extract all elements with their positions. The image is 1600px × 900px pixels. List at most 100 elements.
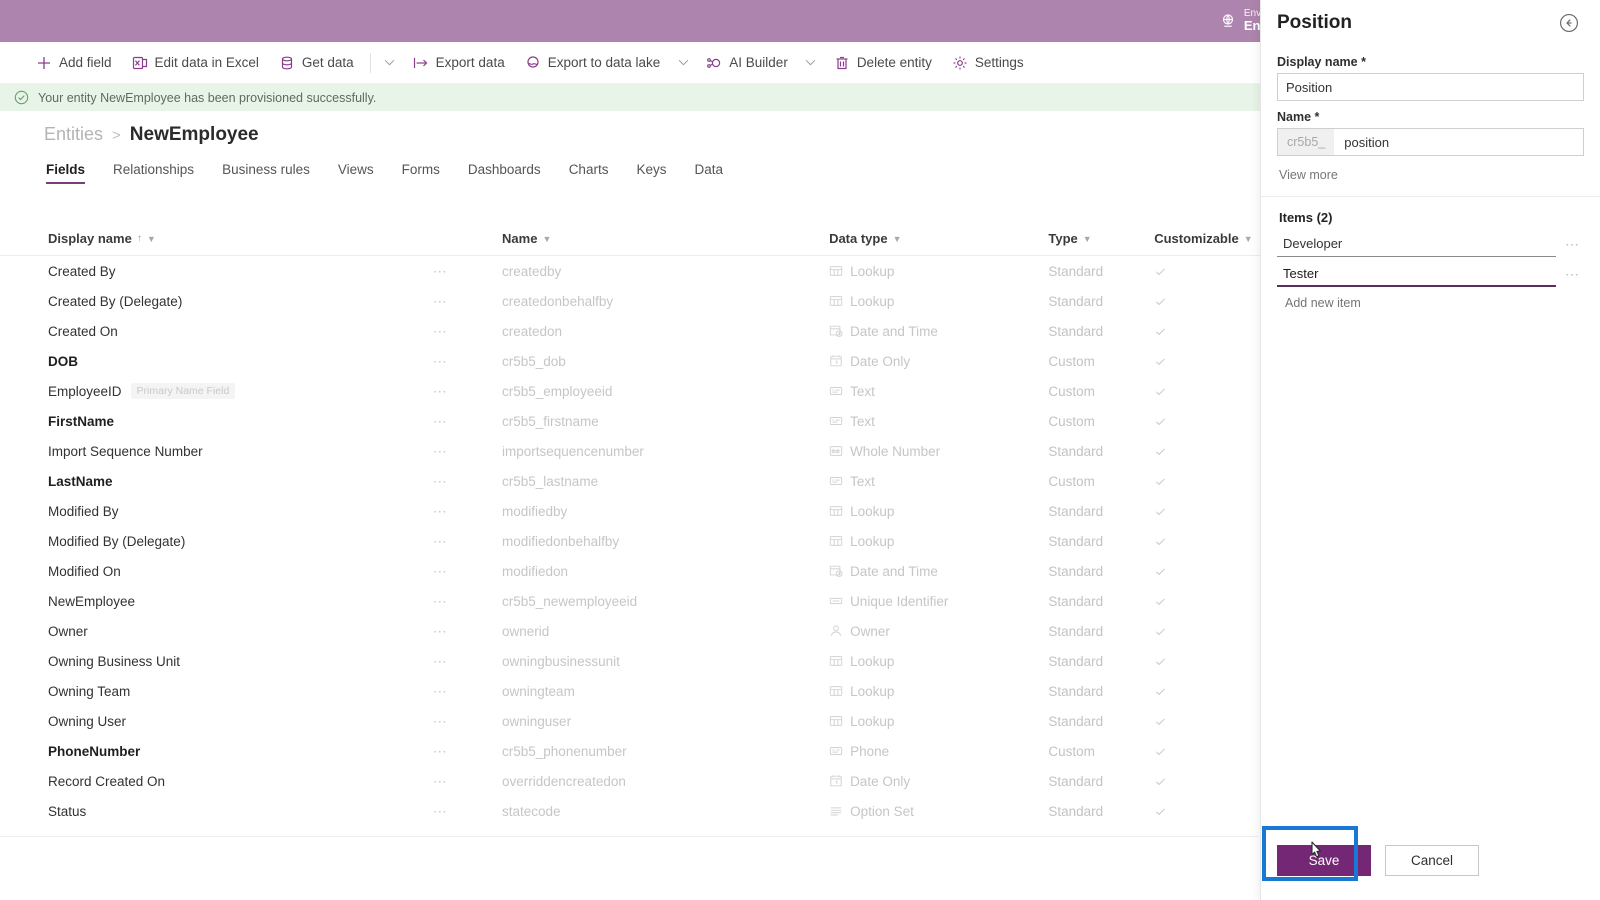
row-more-options-icon[interactable]: ⋯ bbox=[433, 593, 502, 610]
save-button[interactable]: Save bbox=[1277, 845, 1371, 876]
row-more-options-icon[interactable]: ⋯ bbox=[433, 503, 502, 520]
row-more-options-icon[interactable]: ⋯ bbox=[433, 743, 502, 760]
cell-display-name[interactable]: Created By bbox=[48, 264, 433, 279]
tab-relationships[interactable]: Relationships bbox=[99, 162, 208, 184]
table-row[interactable]: Owning Business Unit ⋯ owningbusinessunit L… bbox=[0, 646, 1260, 676]
cell-display-name[interactable]: Modified By bbox=[48, 504, 433, 519]
chevron-down-icon[interactable]: ▼ bbox=[1083, 234, 1092, 244]
cell-display-name[interactable]: Owner bbox=[48, 624, 433, 639]
column-header-display-name[interactable]: Display name ↑ ▼ bbox=[48, 231, 433, 246]
tab-views[interactable]: Views bbox=[324, 162, 388, 184]
table-row[interactable]: EmployeeID Primary Name Field ⋯ cr5b5_emplo… bbox=[0, 376, 1260, 406]
table-row[interactable]: Owning Team ⋯ owningteam Lookup Standard bbox=[0, 676, 1260, 706]
table-row[interactable]: Created By (Delegate) ⋯ createdonbehalfby L… bbox=[0, 286, 1260, 316]
cell-display-name[interactable]: LastName bbox=[48, 474, 433, 489]
option-item-more-options-icon[interactable]: ⋯ bbox=[1562, 236, 1584, 253]
cell-display-name[interactable]: Record Created On bbox=[48, 774, 433, 789]
cell-display-name[interactable]: EmployeeID Primary Name Field bbox=[48, 383, 433, 399]
table-row[interactable]: PhoneNumber ⋯ cr5b5_phonenumber Phone Custom bbox=[0, 736, 1260, 766]
cell-display-name[interactable]: Modified By (Delegate) bbox=[48, 534, 433, 549]
cell-display-name[interactable]: FirstName bbox=[48, 414, 433, 429]
cell-display-name[interactable]: Owning Team bbox=[48, 684, 433, 699]
row-more-options-icon[interactable]: ⋯ bbox=[433, 653, 502, 670]
column-header-data-type[interactable]: Data type ▼ bbox=[829, 231, 1048, 246]
row-more-options-icon[interactable]: ⋯ bbox=[433, 533, 502, 550]
export-to-data-lake-button[interactable]: Export to data lake bbox=[515, 47, 671, 79]
row-more-options-icon[interactable]: ⋯ bbox=[433, 443, 502, 460]
tab-charts[interactable]: Charts bbox=[555, 162, 623, 184]
table-row[interactable]: Modified By (Delegate) ⋯ modifiedonbehalfb… bbox=[0, 526, 1260, 556]
back-arrow-circle-icon[interactable] bbox=[1558, 12, 1580, 34]
row-more-options-icon[interactable]: ⋯ bbox=[433, 263, 502, 280]
row-more-options-icon[interactable]: ⋯ bbox=[433, 353, 502, 370]
row-more-options-icon[interactable]: ⋯ bbox=[433, 563, 502, 580]
table-row[interactable]: NewEmployee ⋯ cr5b5_newemployeeid Unique Id… bbox=[0, 586, 1260, 616]
row-more-options-icon[interactable]: ⋯ bbox=[433, 473, 502, 490]
chevron-down-icon[interactable]: ▼ bbox=[147, 234, 156, 244]
column-header-customizable[interactable]: Customizable ▼ bbox=[1154, 231, 1260, 246]
tab-dashboards[interactable]: Dashboards bbox=[454, 162, 555, 184]
chevron-down-icon[interactable]: ▼ bbox=[542, 234, 551, 244]
table-row[interactable]: Record Created On ⋯ overriddencreatedon Dat… bbox=[0, 766, 1260, 796]
cell-display-name[interactable]: NewEmployee bbox=[48, 594, 433, 609]
row-more-options-icon[interactable]: ⋯ bbox=[433, 323, 502, 340]
row-more-options-icon[interactable]: ⋯ bbox=[433, 773, 502, 790]
row-more-options-icon[interactable]: ⋯ bbox=[433, 413, 502, 430]
table-row[interactable]: Created By ⋯ createdby Lookup Standard bbox=[0, 256, 1260, 286]
row-more-options-icon[interactable]: ⋯ bbox=[433, 293, 502, 310]
row-more-options-icon[interactable]: ⋯ bbox=[433, 713, 502, 730]
export-to-data-lake-chevron-down-icon[interactable] bbox=[670, 47, 696, 79]
table-row[interactable]: DOB ⋯ cr5b5_dob Date Only Custom bbox=[0, 346, 1260, 376]
delete-entity-button[interactable]: Delete entity bbox=[824, 47, 942, 79]
get-data-button[interactable]: Get data bbox=[269, 47, 364, 79]
table-row[interactable]: Status ⋯ statecode Option Set Standard bbox=[0, 796, 1260, 826]
add-field-button[interactable]: Add field bbox=[26, 47, 122, 79]
ai-builder-button[interactable]: AI Builder bbox=[696, 47, 798, 79]
tab-forms[interactable]: Forms bbox=[388, 162, 454, 184]
option-item-more-options-icon[interactable]: ⋯ bbox=[1562, 266, 1584, 283]
cell-display-name[interactable]: Status bbox=[48, 804, 433, 819]
cell-data-type: Date Only bbox=[829, 774, 1048, 789]
cell-display-name[interactable]: Owning User bbox=[48, 714, 433, 729]
row-more-options-icon[interactable]: ⋯ bbox=[433, 803, 502, 820]
cell-display-name[interactable]: Created By (Delegate) bbox=[48, 294, 433, 309]
table-row[interactable]: LastName ⋯ cr5b5_lastname Text Custom bbox=[0, 466, 1260, 496]
settings-button[interactable]: Settings bbox=[942, 47, 1034, 79]
table-row[interactable]: Created On ⋯ createdon Date and Time Standar… bbox=[0, 316, 1260, 346]
cell-display-name[interactable]: DOB bbox=[48, 354, 433, 369]
table-row[interactable]: Import Sequence Number ⋯ importsequencenum… bbox=[0, 436, 1260, 466]
export-data-button[interactable]: Export data bbox=[403, 47, 515, 79]
table-row[interactable]: Modified On ⋯ modifiedon Date and Time Stand… bbox=[0, 556, 1260, 586]
chevron-down-icon[interactable]: ▼ bbox=[893, 234, 902, 244]
name-input[interactable] bbox=[1334, 129, 1583, 155]
tab-keys[interactable]: Keys bbox=[622, 162, 680, 184]
column-header-name[interactable]: Name ▼ bbox=[502, 231, 829, 246]
option-item-input[interactable] bbox=[1277, 231, 1556, 257]
cell-display-name[interactable]: PhoneNumber bbox=[48, 744, 433, 759]
table-row[interactable]: Owner ⋯ ownerid Owner Standard bbox=[0, 616, 1260, 646]
get-data-chevron-down-icon[interactable] bbox=[377, 47, 403, 79]
column-header-type[interactable]: Type ▼ bbox=[1048, 231, 1154, 246]
breadcrumb-entities-link[interactable]: Entities bbox=[44, 124, 103, 145]
edit-data-in-excel-button[interactable]: Edit data in Excel bbox=[122, 47, 269, 79]
row-more-options-icon[interactable]: ⋯ bbox=[433, 683, 502, 700]
cell-display-name[interactable]: Owning Business Unit bbox=[48, 654, 433, 669]
tab-fields[interactable]: Fields bbox=[44, 162, 99, 184]
add-new-item-link[interactable]: Add new item bbox=[1285, 296, 1584, 310]
tab-business-rules[interactable]: Business rules bbox=[208, 162, 324, 184]
cell-display-name[interactable]: Created On bbox=[48, 324, 433, 339]
view-more-link[interactable]: View more bbox=[1279, 168, 1584, 182]
table-row[interactable]: Owning User ⋯ owninguser Lookup Standard bbox=[0, 706, 1260, 736]
table-row[interactable]: Modified By ⋯ modifiedby Lookup Standard bbox=[0, 496, 1260, 526]
cancel-button[interactable]: Cancel bbox=[1385, 845, 1479, 876]
chevron-down-icon[interactable]: ▼ bbox=[1244, 234, 1253, 244]
tab-data[interactable]: Data bbox=[680, 162, 737, 184]
cell-display-name[interactable]: Modified On bbox=[48, 564, 433, 579]
table-row[interactable]: FirstName ⋯ cr5b5_firstname Text Custom bbox=[0, 406, 1260, 436]
row-more-options-icon[interactable]: ⋯ bbox=[433, 383, 502, 400]
ai-builder-chevron-down-icon[interactable] bbox=[798, 47, 824, 79]
row-more-options-icon[interactable]: ⋯ bbox=[433, 623, 502, 640]
cell-display-name[interactable]: Import Sequence Number bbox=[48, 444, 433, 459]
option-item-input[interactable] bbox=[1277, 261, 1556, 287]
display-name-input[interactable] bbox=[1277, 73, 1584, 101]
